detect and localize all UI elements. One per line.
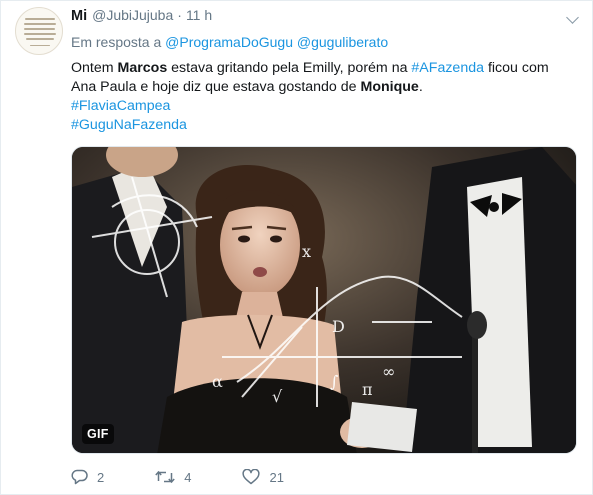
reply-handle-link[interactable]: @ProgramaDoGugu [165,34,293,50]
retweet-count: 4 [184,469,192,485]
heart-icon [242,469,261,485]
avatar-text-line [30,45,50,46]
reply-prefix: Em resposta a [71,34,162,50]
avatar-text-line [24,28,55,30]
avatar[interactable] [15,7,63,55]
svg-text:∫: ∫ [330,372,338,391]
reply-context: Em resposta a @ProgramaDoGugu @guguliber… [71,34,577,52]
svg-text:√: √ [272,387,283,406]
text-bold: Monique [360,79,419,95]
avatar-text-line [24,23,56,25]
avatar-text-line [25,18,55,20]
text-segment: . [418,79,423,95]
retweet-button[interactable]: 4 [155,469,191,485]
reply-button[interactable]: 2 [71,469,104,485]
svg-text:x: x [302,242,311,261]
reply-bubble-icon [71,469,88,485]
tweet-card[interactable]: Mi @JubiJujuba · 11 h Em resposta a @Pro… [0,0,593,495]
text-segment: Ontem [71,60,118,76]
tweet-actions: 2 4 21 [71,469,335,485]
avatar-text-line [26,38,54,40]
svg-text:D: D [332,317,345,336]
tweet-content: Mi @JubiJujuba · 11 h Em resposta a @Pro… [71,7,579,135]
gif-badge: GIF [82,424,114,444]
tweet-header: Mi @JubiJujuba · 11 h [71,7,577,27]
gif-media[interactable]: ∫ π ∞ α √ D x GIF [71,146,577,454]
author-name[interactable]: Mi [71,8,87,24]
avatar-text-line [24,33,56,35]
hashtag-link[interactable]: #GuguNaFazenda [71,117,187,133]
reply-handle-link[interactable]: @guguliberato [297,34,388,50]
svg-text:α: α [212,372,223,391]
hashtag-link[interactable]: #FlaviaCampea [71,98,170,114]
svg-text:π: π [362,380,373,399]
text-segment: estava gritando pela Emilly, porém na [167,60,412,76]
hashtag-link[interactable]: #AFazenda [411,60,484,76]
like-button[interactable]: 21 [242,469,284,485]
svg-text:∞: ∞ [382,362,395,381]
separator-dot: · [177,7,182,23]
tweet-text: Ontem Marcos estava gritando pela Emilly… [71,59,577,135]
retweet-arrows-icon [155,470,175,484]
text-bold: Marcos [117,60,168,76]
gif-frame-image: ∫ π ∞ α √ D x [72,147,576,453]
author-handle[interactable]: @JubiJujuba [92,7,173,23]
tweet-timestamp[interactable]: 11 h [186,7,212,23]
reply-count: 2 [97,469,105,485]
like-count: 21 [269,469,284,485]
